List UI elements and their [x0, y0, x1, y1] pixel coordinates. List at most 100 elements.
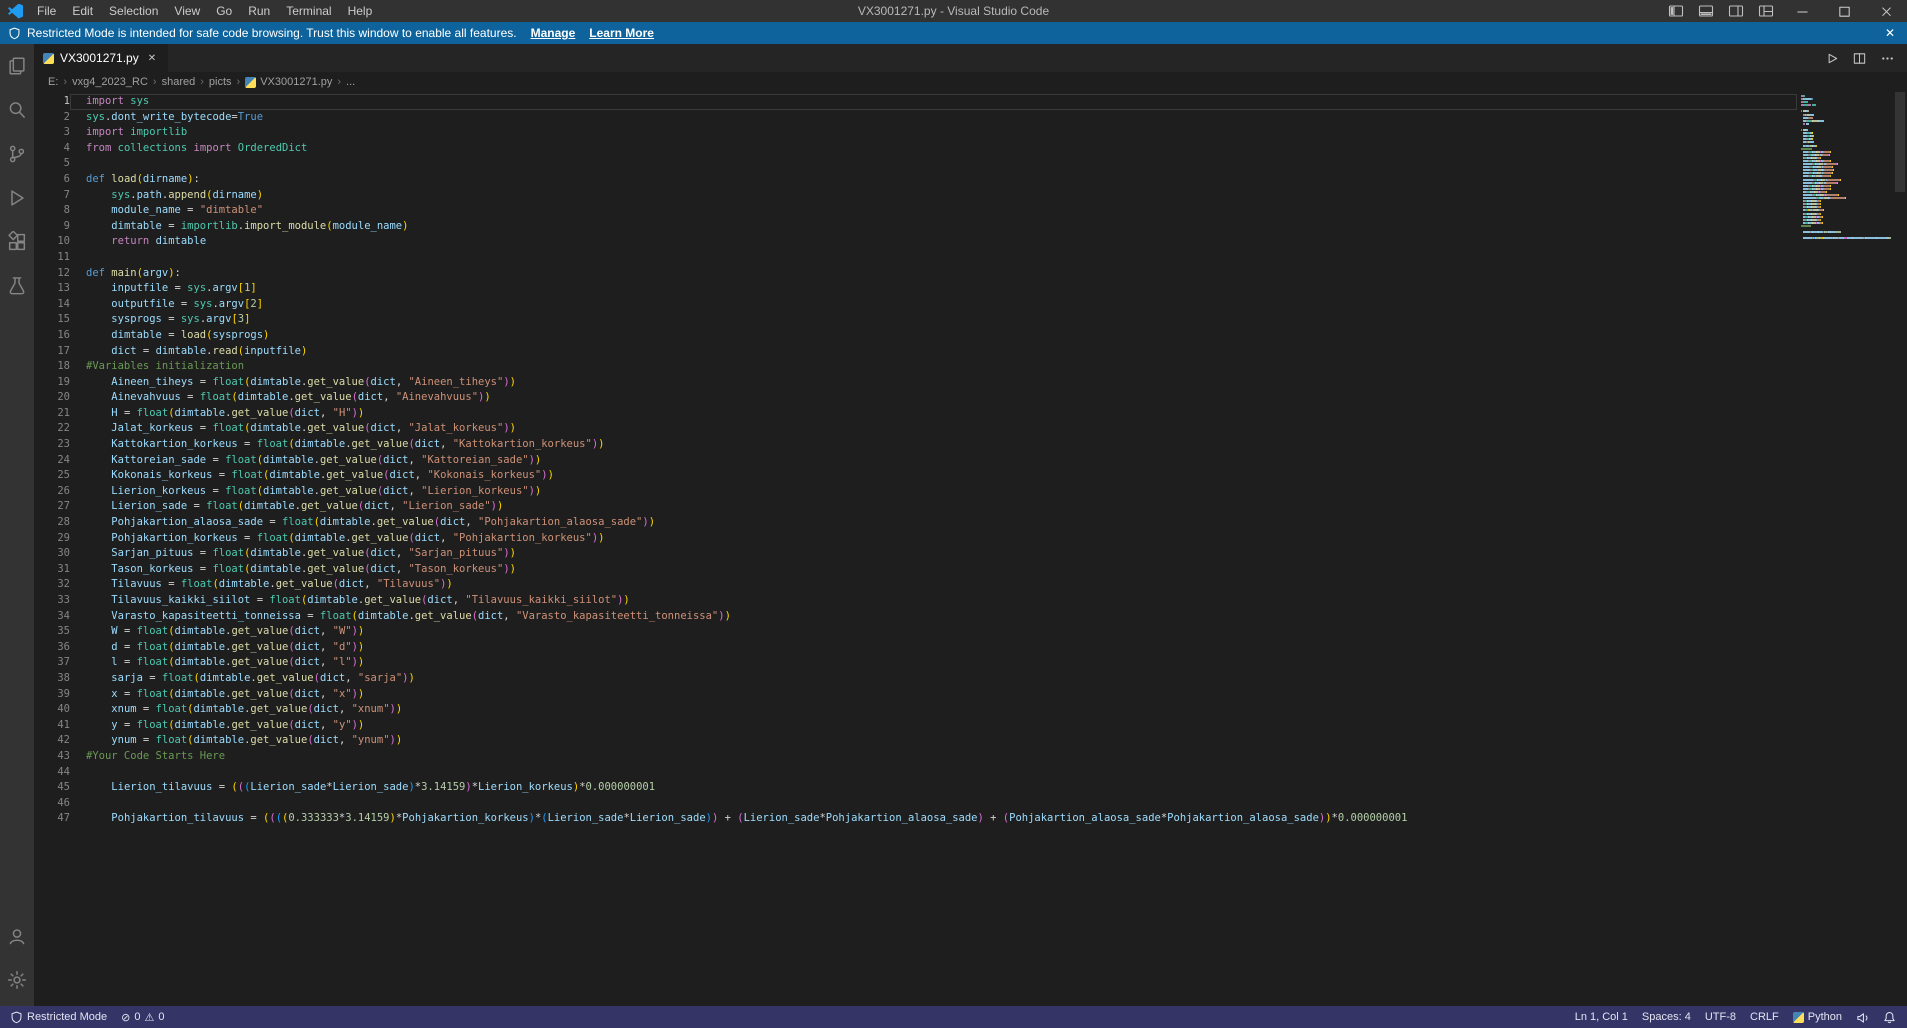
code-line[interactable]: 47 Pohjakartion_tilavuus = ((((0.333333*…: [34, 811, 1797, 827]
toggle-primary-sidebar-icon[interactable]: [1661, 0, 1691, 22]
code-line[interactable]: 17 dict = dimtable.read(inputfile): [34, 344, 1797, 360]
code-line[interactable]: 28 Pohjakartion_alaosa_sade = float(dimt…: [34, 515, 1797, 531]
code-line[interactable]: 43#Your Code Starts Here: [34, 749, 1797, 765]
menu-item-file[interactable]: File: [29, 0, 64, 22]
code-line[interactable]: 31 Tason_korkeus = float(dimtable.get_va…: [34, 562, 1797, 578]
code-line[interactable]: 29 Pohjakartion_korkeus = float(dimtable…: [34, 531, 1797, 547]
menu-item-edit[interactable]: Edit: [64, 0, 101, 22]
code-line[interactable]: 24 Kattoreian_sade = float(dimtable.get_…: [34, 453, 1797, 469]
close-icon[interactable]: [1865, 0, 1907, 22]
manage-link[interactable]: Manage: [531, 26, 576, 40]
code-line[interactable]: 23 Kattokartion_korkeus = float(dimtable…: [34, 437, 1797, 453]
code-line[interactable]: 33 Tilavuus_kaikki_siilot = float(dimtab…: [34, 593, 1797, 609]
menu-item-help[interactable]: Help: [340, 0, 381, 22]
code-line[interactable]: 19 Aineen_tiheys = float(dimtable.get_va…: [34, 375, 1797, 391]
banner-close-icon[interactable]: ✕: [1873, 26, 1907, 40]
code-line[interactable]: 16 dimtable = load(sysprogs): [34, 328, 1797, 344]
line-number: 41: [34, 718, 70, 734]
code-line[interactable]: 38 sarja = float(dimtable.get_value(dict…: [34, 671, 1797, 687]
code-line[interactable]: 18#Variables initialization: [34, 359, 1797, 375]
code-line[interactable]: 41 y = float(dimtable.get_value(dict, "y…: [34, 718, 1797, 734]
code-line[interactable]: 3import importlib: [34, 125, 1797, 141]
code-line[interactable]: 21 H = float(dimtable.get_value(dict, "H…: [34, 406, 1797, 422]
breadcrumb-item[interactable]: VX3001271.py: [245, 76, 332, 88]
code-line[interactable]: 40 xnum = float(dimtable.get_value(dict,…: [34, 702, 1797, 718]
tab-vx3001271[interactable]: VX3001271.py ✕: [34, 44, 169, 72]
tab-close-icon[interactable]: ✕: [145, 52, 159, 65]
code-line[interactable]: 14 outputfile = sys.argv[2]: [34, 297, 1797, 313]
breadcrumb-item[interactable]: shared: [162, 76, 196, 88]
code-line[interactable]: 26 Lierion_korkeus = float(dimtable.get_…: [34, 484, 1797, 500]
code-line[interactable]: 36 d = float(dimtable.get_value(dict, "d…: [34, 640, 1797, 656]
code-line[interactable]: 5: [34, 156, 1797, 172]
run-icon[interactable]: [1819, 46, 1843, 70]
more-actions-icon[interactable]: [1875, 46, 1899, 70]
code-line[interactable]: 20 Ainevahvuus = float(dimtable.get_valu…: [34, 390, 1797, 406]
code-line[interactable]: 12def main(argv):: [34, 266, 1797, 282]
code-text: Lierion_tilavuus = (((Lierion_sade*Lieri…: [70, 780, 1797, 796]
vertical-scrollbar[interactable]: [1893, 92, 1907, 1006]
code-line[interactable]: 46: [34, 796, 1797, 812]
learn-more-link[interactable]: Learn More: [589, 26, 654, 40]
code-line[interactable]: 2sys.dont_write_bytecode=True: [34, 110, 1797, 126]
code-line[interactable]: 1import sys: [34, 94, 1797, 110]
minimize-icon[interactable]: [1781, 0, 1823, 22]
code-pane[interactable]: 1import sys2sys.dont_write_bytecode=True…: [34, 92, 1797, 1006]
bell-icon[interactable]: [1876, 1006, 1903, 1028]
activity-bar-testing-icon[interactable]: [0, 264, 34, 308]
menu-item-view[interactable]: View: [166, 0, 208, 22]
activity-bar-explorer-icon[interactable]: [0, 44, 34, 88]
activity-bar-source-control-icon[interactable]: [0, 132, 34, 176]
toggle-panel-icon[interactable]: [1691, 0, 1721, 22]
eol-status[interactable]: CRLF: [1743, 1006, 1786, 1028]
restricted-mode-status[interactable]: Restricted Mode: [3, 1006, 114, 1028]
code-line[interactable]: 30 Sarjan_pituus = float(dimtable.get_va…: [34, 546, 1797, 562]
announcement-icon[interactable]: [1849, 1006, 1876, 1028]
menu-item-terminal[interactable]: Terminal: [278, 0, 339, 22]
maximize-icon[interactable]: [1823, 0, 1865, 22]
code-line[interactable]: 25 Kokonais_korkeus = float(dimtable.get…: [34, 468, 1797, 484]
code-line[interactable]: 42 ynum = float(dimtable.get_value(dict,…: [34, 733, 1797, 749]
activity-bar-extensions-icon[interactable]: [0, 220, 34, 264]
code-line[interactable]: 44: [34, 765, 1797, 781]
menu-item-run[interactable]: Run: [240, 0, 278, 22]
cursor-position[interactable]: Ln 1, Col 1: [1568, 1006, 1635, 1028]
code-line[interactable]: 37 l = float(dimtable.get_value(dict, "l…: [34, 655, 1797, 671]
code-line[interactable]: 6def load(dirname):: [34, 172, 1797, 188]
breadcrumb-item[interactable]: ...: [346, 76, 355, 88]
code-line[interactable]: 9 dimtable = importlib.import_module(mod…: [34, 219, 1797, 235]
customize-layout-icon[interactable]: [1751, 0, 1781, 22]
code-line[interactable]: 13 inputfile = sys.argv[1]: [34, 281, 1797, 297]
toggle-secondary-sidebar-icon[interactable]: [1721, 0, 1751, 22]
code-line[interactable]: 39 x = float(dimtable.get_value(dict, "x…: [34, 687, 1797, 703]
breadcrumb-item[interactable]: vxg4_2023_RC: [72, 76, 148, 88]
code-line[interactable]: 4from collections import OrderedDict: [34, 141, 1797, 157]
code-line[interactable]: 15 sysprogs = sys.argv[3]: [34, 312, 1797, 328]
code-line[interactable]: 8 module_name = "dimtable": [34, 203, 1797, 219]
code-line[interactable]: 11: [34, 250, 1797, 266]
code-line[interactable]: 7 sys.path.append(dirname): [34, 188, 1797, 204]
code-line[interactable]: 10 return dimtable: [34, 234, 1797, 250]
split-editor-icon[interactable]: [1847, 46, 1871, 70]
breadcrumb-item[interactable]: picts: [209, 76, 232, 88]
activity-bar-search-icon[interactable]: [0, 88, 34, 132]
code-line[interactable]: 35 W = float(dimtable.get_value(dict, "W…: [34, 624, 1797, 640]
problems-status[interactable]: ⊘ 0 ⚠ 0: [114, 1006, 171, 1028]
menu-item-go[interactable]: Go: [208, 0, 240, 22]
code-line[interactable]: 22 Jalat_korkeus = float(dimtable.get_va…: [34, 421, 1797, 437]
indentation-status[interactable]: Spaces: 4: [1635, 1006, 1698, 1028]
code-line[interactable]: 34 Varasto_kapasiteetti_tonneissa = floa…: [34, 609, 1797, 625]
code-line[interactable]: 32 Tilavuus = float(dimtable.get_value(d…: [34, 577, 1797, 593]
encoding-status[interactable]: UTF-8: [1698, 1006, 1743, 1028]
breadcrumb-item[interactable]: E:: [48, 76, 58, 88]
code-line[interactable]: 45 Lierion_tilavuus = (((Lierion_sade*Li…: [34, 780, 1797, 796]
activity-bar-run-and-debug-icon[interactable]: [0, 176, 34, 220]
menu-item-selection[interactable]: Selection: [101, 0, 166, 22]
minimap[interactable]: [1797, 92, 1893, 1006]
activity-bar-manage-icon[interactable]: [0, 958, 34, 1002]
language-mode[interactable]: Python: [1786, 1006, 1849, 1028]
code-line[interactable]: 27 Lierion_sade = float(dimtable.get_val…: [34, 499, 1797, 515]
activity-bar-accounts-icon[interactable]: [0, 914, 34, 958]
warning-icon: ⚠: [144, 1011, 154, 1024]
scrollbar-thumb[interactable]: [1895, 92, 1905, 192]
